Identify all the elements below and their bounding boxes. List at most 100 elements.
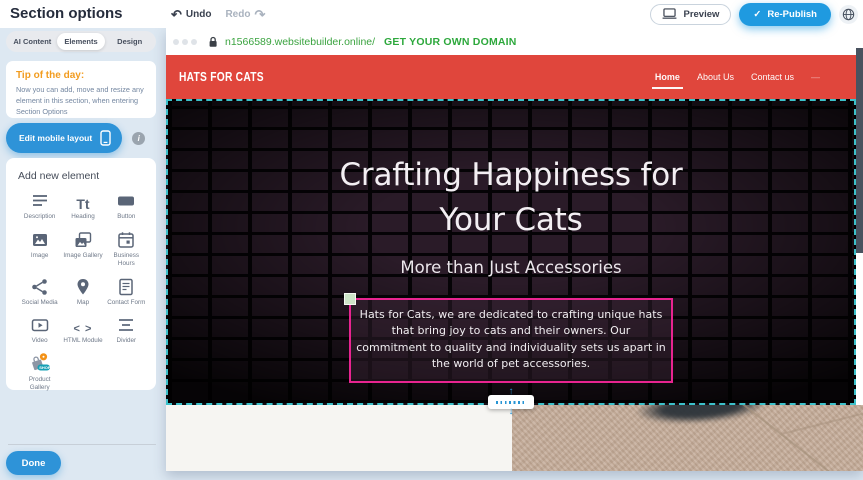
undo-icon: ↶ (171, 8, 182, 21)
svg-text:SHOP: SHOP (39, 365, 51, 370)
site-logo[interactable]: HATS FOR CATS (179, 70, 264, 84)
hero-heading[interactable]: Crafting Happiness for Your Cats (305, 101, 717, 243)
resize-down-icon: ↓ (509, 408, 514, 416)
get-domain-link[interactable]: GET YOUR OWN DOMAIN (384, 36, 517, 48)
globe-icon (842, 8, 855, 21)
info-icon: i (138, 134, 140, 143)
element-label: Image (31, 252, 49, 261)
sidebar-tabs: AI Content Elements Design (6, 31, 156, 52)
element-product-gallery[interactable]: SHOP Product Gallery (18, 354, 61, 393)
nav-home[interactable]: Home (655, 72, 680, 82)
tab-ai-content[interactable]: AI Content (8, 33, 57, 50)
divider-icon (116, 315, 136, 335)
republish-button[interactable]: ✓ Re-Publish (739, 3, 831, 26)
element-description[interactable]: Description (18, 191, 61, 222)
tab-elements[interactable]: Elements (57, 33, 106, 50)
next-section-white-half (166, 405, 512, 471)
nav-more-icon[interactable]: — (811, 72, 820, 82)
element-drag-handle[interactable] (344, 293, 356, 305)
element-label: Video (32, 337, 48, 346)
browser-dot (191, 39, 197, 45)
section-resize-handle[interactable]: ↑ ↓ (488, 388, 534, 416)
element-divider[interactable]: Divider (105, 315, 148, 346)
element-label: Divider (117, 337, 137, 346)
site-header[interactable]: HATS FOR CATS Home About Us Contact us — (166, 55, 856, 99)
element-image[interactable]: Image (18, 230, 61, 269)
element-label: Contact Form (107, 299, 145, 308)
topbar: Section options ↶ Undo Redo ↷ Preview ✓ … (0, 0, 863, 28)
video-icon (30, 315, 50, 335)
social-media-icon (30, 277, 50, 297)
hero-text-element[interactable]: Hats for Cats, we are dedicated to craft… (349, 298, 673, 383)
next-section-carpet-image (512, 405, 863, 471)
element-label: Heading (71, 213, 94, 222)
element-label: HTML Module (63, 337, 102, 346)
redo-label: Redo (225, 9, 250, 20)
element-video[interactable]: Video (18, 315, 61, 346)
element-grid: Description Tt Heading Button Image (18, 191, 148, 393)
info-button[interactable]: i (132, 132, 145, 145)
element-social-media[interactable]: Social Media (18, 277, 61, 308)
browser-dot (182, 39, 188, 45)
business-hours-icon (116, 230, 136, 250)
redo-button[interactable]: Redo ↷ (225, 8, 265, 21)
tip-title: Tip of the day: (16, 70, 146, 81)
check-icon: ✓ (753, 9, 761, 20)
nav-about[interactable]: About Us (697, 72, 734, 82)
devices-icon (662, 8, 677, 20)
tip-of-the-day-card: Tip of the day: Now you can add, move an… (6, 61, 156, 118)
map-icon (73, 277, 93, 297)
element-html-module[interactable]: < > HTML Module (61, 315, 104, 346)
sidebar-divider (8, 444, 156, 445)
product-gallery-icon: SHOP (28, 352, 52, 374)
lock-icon (208, 36, 218, 48)
done-button[interactable]: Done (6, 451, 61, 475)
add-element-panel: Add new element Description Tt Heading B… (6, 158, 156, 390)
section-options-sidebar: AI Content Elements Design Tip of the da… (0, 28, 166, 480)
site-url[interactable]: n1566589.websitebuilder.online/ (225, 36, 375, 48)
element-business-hours[interactable]: Business Hours (105, 230, 148, 269)
element-label: Product Gallery (18, 376, 61, 393)
element-label: Image Gallery (63, 252, 102, 261)
element-label: Business Hours (105, 252, 148, 269)
image-icon (30, 230, 50, 250)
language-button[interactable] (839, 5, 858, 24)
html-module-icon: < > (74, 324, 93, 335)
contact-form-icon (116, 277, 136, 297)
element-map[interactable]: Map (61, 277, 104, 308)
hero-subheading[interactable]: More than Just Accessories (168, 258, 854, 277)
canvas-scrollbar[interactable] (856, 48, 863, 253)
element-image-gallery[interactable]: Image Gallery (61, 230, 104, 269)
site-nav: Home About Us Contact us — (655, 55, 820, 99)
tab-design[interactable]: Design (105, 33, 154, 50)
element-button[interactable]: Button (105, 191, 148, 222)
description-icon (30, 191, 50, 211)
tip-body: Now you can add, move and resize any ele… (16, 85, 146, 118)
topbar-actions: Preview ✓ Re-Publish (650, 0, 858, 28)
preview-button[interactable]: Preview (650, 4, 731, 25)
hero-section[interactable]: Crafting Happiness for Your Cats More th… (166, 99, 856, 405)
undo-redo-group: ↶ Undo Redo ↷ (171, 0, 265, 28)
element-label: Social Media (22, 299, 58, 308)
preview-label: Preview (683, 9, 719, 20)
element-heading[interactable]: Tt Heading (61, 191, 104, 222)
element-label: Description (24, 213, 56, 222)
redo-icon: ↷ (254, 8, 265, 21)
element-label: Button (117, 213, 135, 222)
element-contact-form[interactable]: Contact Form (105, 277, 148, 308)
heading-icon: Tt (76, 197, 89, 211)
site-canvas: n1566589.websitebuilder.online/ GET YOUR… (166, 28, 863, 471)
undo-label: Undo (186, 9, 212, 20)
undo-button[interactable]: ↶ Undo (171, 8, 211, 21)
nav-contact[interactable]: Contact us (751, 72, 794, 82)
edit-mobile-layout-button[interactable]: Edit mobile layout (6, 123, 122, 153)
element-label: Map (77, 299, 89, 308)
republish-label: Re-Publish (767, 9, 817, 20)
image-gallery-icon (73, 230, 93, 250)
add-element-title: Add new element (18, 170, 148, 182)
button-icon (116, 191, 136, 211)
page-title: Section options (10, 5, 123, 22)
browser-dot (173, 39, 179, 45)
hero-body-text: Hats for Cats, we are dedicated to craft… (356, 308, 666, 371)
edit-mobile-label: Edit mobile layout (19, 133, 92, 143)
